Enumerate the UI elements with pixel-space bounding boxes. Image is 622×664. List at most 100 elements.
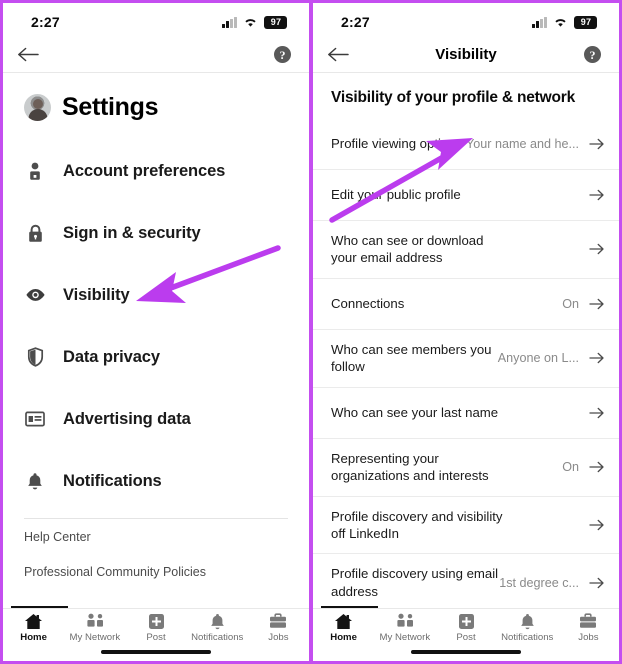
battery-indicator: 97	[574, 15, 597, 29]
help-question-icon[interactable]: ?	[584, 46, 601, 63]
nav-item-home[interactable]: Home	[313, 612, 374, 643]
sidebar-item-label: Advertising data	[63, 409, 191, 428]
row-label: Who can see your last name	[331, 404, 499, 420]
right-topbar: Visibility ?	[313, 37, 619, 73]
nav-label: My Network	[379, 632, 431, 643]
list-item-last-name-visibility[interactable]: Who can see your last name	[313, 386, 619, 438]
row-label: Profile viewing options	[331, 135, 463, 151]
wifi-icon	[243, 17, 258, 28]
status-clock: 2:27	[341, 14, 370, 30]
sidebar-item-account-preferences[interactable]: Account preferences	[3, 140, 309, 202]
back-arrow-icon[interactable]	[17, 44, 43, 66]
sidebar-item-visibility[interactable]: Visibility	[3, 264, 309, 326]
arrow-right-icon	[589, 243, 605, 255]
row-label: Profile discovery using email address	[331, 566, 499, 599]
nav-item-my-network[interactable]: My Network	[374, 612, 435, 643]
cellular-signal-icon	[222, 16, 237, 28]
arrow-right-icon	[589, 298, 605, 310]
bottom-nav-right: Home My Network Post Notifications Jobs	[313, 608, 619, 661]
settings-menu: Account preferences Sign in & security V…	[3, 136, 309, 512]
help-question-icon[interactable]: ?	[274, 46, 291, 63]
network-icon	[395, 612, 415, 631]
shield-icon	[24, 346, 46, 368]
nav-label: Jobs	[268, 632, 289, 643]
link-help-center[interactable]: Help Center	[3, 519, 309, 554]
ad-card-icon	[24, 408, 46, 430]
row-value: On	[562, 296, 579, 311]
list-item-edit-public-profile[interactable]: Edit your public profile	[313, 169, 619, 220]
sidebar-item-label: Account preferences	[63, 161, 226, 180]
sidebar-item-notifications[interactable]: Notifications	[3, 450, 309, 512]
row-label: Connections	[331, 296, 405, 312]
network-icon	[85, 612, 105, 631]
sidebar-item-label: Sign in & security	[63, 223, 201, 242]
list-item-connections[interactable]: Connections On	[313, 277, 619, 329]
status-icons: 97	[532, 15, 597, 29]
row-label: Who can see or download your email addre…	[331, 233, 484, 266]
row-value: 1st degree c...	[499, 575, 579, 590]
plus-square-icon	[458, 612, 475, 631]
list-item-profile-discovery-off-linkedin[interactable]: Profile discovery and visibility off Lin…	[313, 495, 619, 554]
arrow-right-icon	[589, 189, 605, 201]
profile-avatar[interactable]	[24, 94, 51, 121]
home-icon	[24, 612, 43, 631]
nav-label: Post	[456, 632, 476, 643]
arrow-right-icon	[589, 407, 605, 419]
list-item-members-you-follow[interactable]: Who can see members you follow Anyone on…	[313, 328, 619, 387]
list-item-representing-organizations[interactable]: Representing your organizations and inte…	[313, 437, 619, 496]
nav-label: Home	[330, 632, 357, 643]
home-icon	[334, 612, 353, 631]
status-bar: 2:27 97	[3, 3, 309, 37]
cellular-signal-icon	[532, 16, 547, 28]
nav-item-my-network[interactable]: My Network	[64, 612, 125, 643]
nav-item-notifications[interactable]: Notifications	[187, 612, 248, 643]
page-title: Visibility	[435, 46, 497, 63]
nav-label: Post	[146, 632, 166, 643]
sidebar-item-label: Notifications	[63, 471, 162, 490]
nav-item-notifications[interactable]: Notifications	[497, 612, 558, 643]
row-value: On	[562, 460, 579, 475]
status-icons: 97	[222, 15, 287, 29]
list-item-profile-discovery-email[interactable]: Profile discovery using email address 1s…	[313, 553, 619, 611]
row-value: Anyone on L...	[497, 351, 579, 366]
nav-label: Notifications	[191, 632, 244, 643]
plus-square-icon	[148, 612, 165, 631]
nav-item-post[interactable]: Post	[125, 612, 186, 643]
sidebar-item-advertising-data[interactable]: Advertising data	[3, 388, 309, 450]
list-item-email-visibility[interactable]: Who can see or download your email addre…	[313, 220, 619, 278]
list-item-profile-viewing-options[interactable]: Profile viewing options Your name and he…	[313, 118, 619, 169]
right-phone-screen: 2:27 97 Visibility ? Visibility of your …	[311, 0, 622, 664]
wifi-icon	[553, 17, 568, 28]
arrow-right-icon	[589, 519, 605, 531]
sidebar-item-sign-in-security[interactable]: Sign in & security	[3, 202, 309, 264]
bell-icon	[519, 612, 536, 631]
arrow-right-icon	[589, 577, 605, 589]
row-label: Who can see members you follow	[331, 341, 492, 375]
sidebar-item-data-privacy[interactable]: Data privacy	[3, 326, 309, 388]
nav-label: My Network	[69, 632, 121, 643]
bell-icon	[209, 612, 226, 631]
nav-item-home[interactable]: Home	[3, 612, 64, 643]
back-arrow-icon[interactable]	[327, 44, 353, 66]
sidebar-item-label: Visibility	[63, 285, 130, 304]
row-label: Edit your public profile	[331, 187, 461, 203]
nav-item-jobs[interactable]: Jobs	[248, 612, 309, 643]
lock-icon	[24, 222, 46, 244]
home-indicator	[411, 649, 521, 654]
screenshot-stage: 2:27 97 ? Settings Account preferences S…	[0, 0, 622, 664]
home-indicator	[101, 649, 211, 654]
arrow-right-icon	[589, 461, 605, 473]
nav-item-jobs[interactable]: Jobs	[558, 612, 619, 643]
status-bar: 2:27 97	[313, 3, 619, 37]
nav-item-post[interactable]: Post	[435, 612, 496, 643]
arrow-right-icon	[589, 138, 605, 150]
nav-label: Jobs	[578, 632, 599, 643]
arrow-right-icon	[589, 352, 605, 364]
briefcase-icon	[579, 612, 597, 631]
bottom-nav-left: Home My Network Post Notifications Jobs	[3, 608, 309, 661]
link-professional-community-policies[interactable]: Professional Community Policies	[3, 554, 309, 589]
bell-icon	[24, 470, 46, 492]
settings-header: Settings	[3, 73, 309, 136]
battery-indicator: 97	[264, 15, 287, 29]
person-icon	[24, 160, 46, 182]
